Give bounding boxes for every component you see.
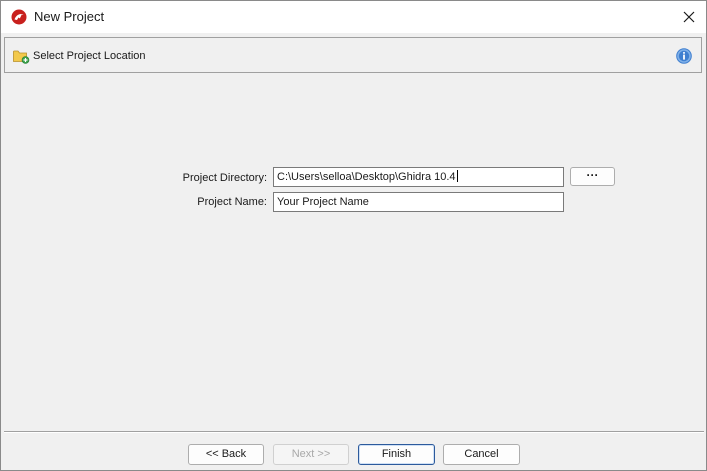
title-bar[interactable]: New Project [1,1,706,33]
cancel-button[interactable]: Cancel [443,444,520,465]
new-project-dialog: New Project Select Project Location Proj… [0,0,707,471]
folder-add-icon [13,50,30,64]
next-button[interactable]: Next >> [273,444,349,465]
ghidra-logo-icon [11,9,27,25]
window-title: New Project [34,9,105,24]
wizard-header: Select Project Location [4,37,702,73]
finish-button[interactable]: Finish [358,444,435,465]
browse-directory-button[interactable]: ··· [570,167,615,186]
project-directory-input[interactable]: C:\Users\selloa\Desktop\Ghidra 10.4 [273,167,564,187]
close-icon [683,11,695,23]
back-button[interactable]: << Back [188,444,264,465]
wizard-step-title: Select Project Location [33,50,146,62]
text-caret [456,170,458,182]
project-name-value: Your Project Name [277,196,369,208]
project-directory-label: Project Directory: [182,172,267,184]
project-name-label: Project Name: [197,196,267,208]
footer-separator [4,431,704,433]
close-button[interactable] [672,1,706,33]
project-name-input[interactable]: Your Project Name [273,192,564,212]
info-icon[interactable] [676,48,692,64]
project-directory-value: C:\Users\selloa\Desktop\Ghidra 10.4 [277,171,456,183]
